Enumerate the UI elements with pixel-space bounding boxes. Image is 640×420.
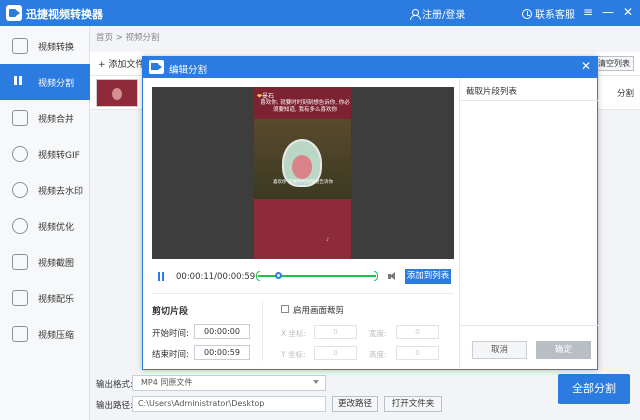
app-logo-icon [6, 5, 22, 21]
sidebar-item-screenshot[interactable]: 视频截图 [0, 244, 90, 280]
video-author-label: 曼石 [262, 93, 275, 100]
player-controls: 00:00:11/00:00:59 添加到列表 [152, 264, 454, 288]
sidebar-item-label: 视频合并 [38, 115, 75, 125]
sidebar-item-merge[interactable]: 视频合并 [0, 100, 90, 136]
dialog-logo-icon [149, 60, 164, 74]
user-icon [410, 8, 421, 20]
title-bar: 迅捷视频转换器 注册/登录 联系客服 ≡ — ✕ [0, 0, 640, 26]
watermark-icon [12, 182, 28, 198]
contact-service-link[interactable]: 联系客服 [522, 6, 575, 21]
width-label: 宽度: [369, 329, 387, 338]
end-time-label: 结束时间: [152, 350, 189, 360]
start-time-input[interactable]: 00:00:00 [194, 324, 250, 339]
video-frame: ❤曼石 喜欢你, 就要时时刻刻想告诉你, 你必须要知道, 我有多么喜欢你 喜欢你… [254, 87, 351, 259]
sidebar-item-gif[interactable]: 视频转GIF [0, 136, 90, 172]
merge-icon [12, 110, 28, 126]
sidebar: 视频转换 视频分割 视频合并 视频转GIF 视频去水印 视频优化 视频截图 视频… [0, 26, 90, 420]
sidebar-item-label: 视频去水印 [38, 187, 84, 197]
sidebar-item-watermark[interactable]: 视频去水印 [0, 172, 90, 208]
login-label: 注册/登录 [422, 10, 466, 21]
sidebar-item-label: 视频转换 [38, 43, 75, 53]
pause-icon[interactable] [158, 272, 165, 281]
video-author-name: ❤曼石 [257, 91, 274, 100]
output-path-label: 输出路径: [96, 401, 133, 411]
open-folder-button[interactable]: 打开文件夹 [384, 396, 442, 412]
screenshot-icon [12, 254, 28, 270]
sidebar-item-label: 视频配乐 [38, 295, 75, 305]
crop-checkbox[interactable] [281, 305, 289, 313]
clip-list-divider [460, 100, 598, 101]
menu-icon[interactable]: ≡ [580, 4, 596, 20]
edit-split-dialog: 编辑分割 ✕ ❤曼石 喜欢你, 就要时时刻刻想告诉你, 你必须要知道, 我有多么… [142, 56, 598, 370]
video-subtitle: 喜欢你 就要时时刻刻想告诉你 [273, 180, 333, 185]
ok-button[interactable]: 确定 [536, 341, 591, 359]
minimize-icon[interactable]: — [600, 4, 616, 20]
dialog-title: 编辑分割 [169, 65, 208, 76]
video-caption: 喜欢你, 就要时时刻刻想告诉你, 你必须要知道, 我有多么喜欢你 [260, 100, 350, 113]
change-path-button[interactable]: 更改路径 [332, 396, 378, 412]
music-icon [12, 290, 28, 306]
add-file-button[interactable]: + 添加文件 [98, 57, 144, 70]
gif-icon [12, 146, 28, 162]
playback-time: 00:00:11/00:00:59 [176, 272, 256, 282]
clip-list-title: 截取片段列表 [466, 87, 518, 97]
end-time-input[interactable]: 00:00:59 [194, 345, 250, 360]
playhead-knob[interactable] [275, 272, 283, 279]
x-coord-label: X 坐标: [281, 329, 307, 338]
plus-icon: + [98, 60, 109, 70]
add-file-label: 添加文件 [108, 60, 145, 70]
login-link[interactable]: 注册/登录 [410, 6, 465, 21]
video-watermark-logo: ♪ [326, 237, 330, 243]
service-icon [522, 8, 532, 19]
dialog-header: 编辑分割 ✕ [143, 57, 597, 78]
y-coord-label: Y 坐标: [281, 350, 306, 359]
x-coord-input[interactable]: 0 [314, 325, 357, 339]
y-coord-input[interactable]: 0 [314, 346, 357, 360]
sidebar-item-split[interactable]: 视频分割 [0, 64, 90, 100]
section-divider [152, 293, 454, 294]
cut-section-title: 剪切片段 [152, 307, 189, 317]
file-thumbnail [96, 79, 138, 107]
output-path-input[interactable]: C:\Users\Administrator\Desktop [132, 396, 326, 412]
sidebar-item-label: 视频分割 [38, 79, 75, 89]
height-input[interactable]: 0 [396, 346, 439, 360]
clip-list-panel: 截取片段列表 取消 确定 [459, 78, 598, 369]
convert-icon [12, 38, 28, 54]
close-icon[interactable]: ✕ [581, 59, 591, 73]
video-preview[interactable]: ❤曼石 喜欢你, 就要时时刻刻想告诉你, 你必须要知道, 我有多么喜欢你 喜欢你… [152, 87, 454, 259]
volume-icon[interactable] [388, 272, 398, 281]
output-format-select[interactable]: MP4 同原文件 [132, 375, 326, 391]
sidebar-item-label: 视频截图 [38, 259, 75, 269]
app-title: 迅捷视频转换器 [26, 8, 103, 21]
sidebar-item-music[interactable]: 视频配乐 [0, 280, 90, 316]
cancel-button[interactable]: 取消 [472, 341, 527, 359]
height-label: 高度: [369, 350, 387, 359]
output-format-label: 输出格式: [96, 380, 133, 390]
split-icon [12, 74, 28, 90]
sidebar-item-convert[interactable]: 视频转换 [0, 28, 90, 64]
vertical-divider [262, 301, 263, 361]
sidebar-item-compress[interactable]: 视频压缩 [0, 316, 90, 352]
service-label: 联系客服 [535, 10, 575, 21]
window-close-icon[interactable]: ✕ [620, 4, 636, 20]
optimize-icon [12, 218, 28, 234]
file-split-button[interactable]: 分割 [617, 87, 634, 99]
width-input[interactable]: 0 [396, 325, 439, 339]
sidebar-item-label: 视频优化 [38, 223, 75, 233]
sidebar-item-label: 视频压缩 [38, 331, 75, 341]
breadcrumb: 首页 > 视频分割 [96, 33, 160, 43]
video-scene [254, 119, 351, 199]
add-to-list-button[interactable]: 添加到列表 [405, 269, 451, 284]
split-all-button[interactable]: 全部分割 [558, 374, 630, 404]
clip-list-footer-line [460, 325, 598, 326]
bottom-bar: 输出格式: MP4 同原文件 输出路径: C:\Users\Administra… [90, 366, 640, 420]
start-time-label: 开始时间: [152, 329, 189, 339]
clip-end-handle[interactable] [374, 271, 378, 281]
sidebar-item-optimize[interactable]: 视频优化 [0, 208, 90, 244]
compress-icon [12, 326, 28, 342]
clear-list-button[interactable]: 清空列表 [594, 56, 634, 71]
crop-label: 启用画面裁剪 [293, 306, 345, 316]
sidebar-item-label: 视频转GIF [38, 151, 80, 161]
